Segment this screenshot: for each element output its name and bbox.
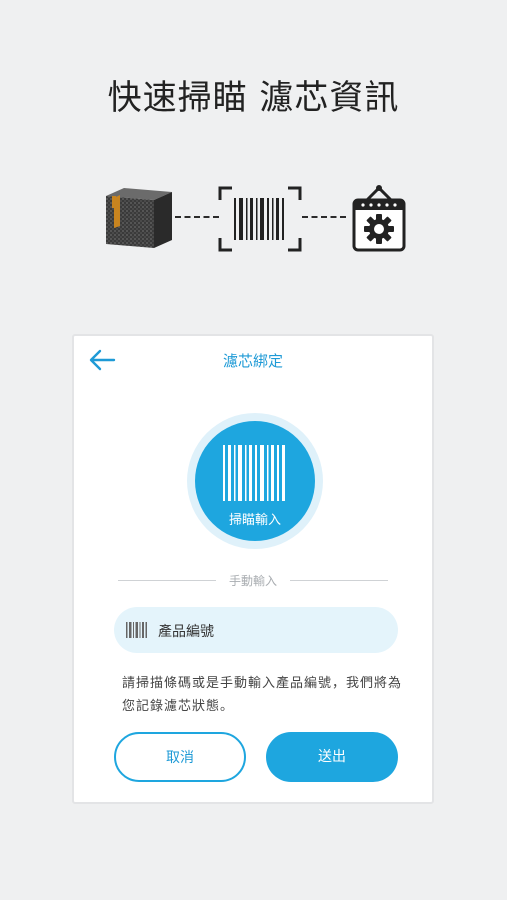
divider: [290, 580, 388, 581]
card-title: 濾芯綁定: [222, 352, 283, 370]
scan-input-label: 掃瞄輸入: [228, 513, 281, 528]
scan-flow-illustration: [0, 180, 507, 260]
barcode-scan-icon: [218, 186, 302, 252]
barcode-icon: [126, 622, 147, 638]
submit-button[interactable]: 送出: [266, 732, 398, 782]
package-box-icon: [106, 188, 172, 248]
flow-connector: [302, 216, 346, 218]
product-number-value: 產品編號: [158, 624, 214, 640]
headline: 快速掃瞄 濾芯資訊: [107, 78, 400, 118]
flow-connector: [175, 216, 219, 218]
hint-text: 請掃描條碼或是手動輸入產品編號，我們將為您記錄濾芯狀態。: [122, 676, 403, 714]
scan-input-button[interactable]: 掃瞄輸入: [195, 421, 315, 541]
filter-binding-card: 濾芯綁定 掃瞄輸入 手動輸入 產品編號 請掃描條碼或是手動輸入產品編號，我們將為…: [72, 334, 434, 804]
device-gear-icon: [352, 185, 406, 252]
cancel-button[interactable]: 取消: [114, 732, 246, 782]
barcode-icon: [223, 445, 285, 501]
product-number-input[interactable]: 產品編號: [114, 607, 398, 653]
